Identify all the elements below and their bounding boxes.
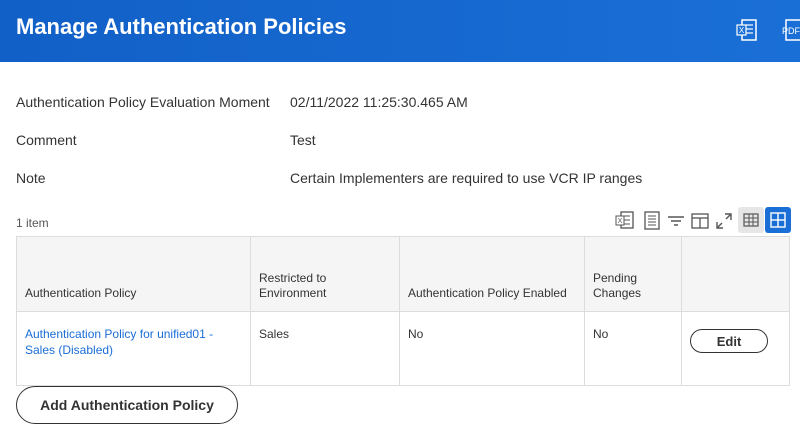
note-row: Note Certain Implementers are required t… xyxy=(16,170,776,194)
comment-row: Comment Test xyxy=(16,132,776,156)
pending-cell: No xyxy=(584,311,682,386)
column-header[interactable]: Authentication Policy xyxy=(16,236,251,312)
item-count: 1 item xyxy=(16,216,49,230)
svg-text:X: X xyxy=(618,218,623,225)
pdf-icon-text: PDF xyxy=(782,26,800,36)
policy-link[interactable]: Authentication Policy for unified01 - Sa… xyxy=(25,327,213,357)
fullscreen-icon[interactable] xyxy=(712,206,736,234)
field-label: Note xyxy=(16,170,46,186)
column-header[interactable]: Authentication Policy Enabled xyxy=(399,236,585,312)
field-label: Authentication Policy Evaluation Moment xyxy=(16,94,270,110)
column-header xyxy=(681,236,790,312)
grid-view-icon[interactable] xyxy=(765,207,791,233)
field-value: Test xyxy=(290,132,316,148)
field-label: Comment xyxy=(16,132,77,148)
edit-button[interactable]: Edit xyxy=(690,329,768,353)
svg-text:X: X xyxy=(739,26,745,35)
excel-export-icon[interactable]: X xyxy=(614,206,638,234)
table-header-row: Authentication Policy Restricted to Envi… xyxy=(16,236,790,312)
page-header: Manage Authentication Policies X PDF xyxy=(0,0,800,62)
table-view-icon[interactable] xyxy=(738,207,764,233)
column-header[interactable]: Pending Changes xyxy=(584,236,682,312)
columns-icon[interactable] xyxy=(688,206,712,234)
evaluation-moment-row: Authentication Policy Evaluation Moment … xyxy=(16,94,776,118)
policy-cell: Authentication Policy for unified01 - Sa… xyxy=(16,311,251,386)
authentication-policies-table: Authentication Policy Restricted to Envi… xyxy=(16,236,790,386)
add-authentication-policy-button[interactable]: Add Authentication Policy xyxy=(16,386,238,424)
field-value: 02/11/2022 11:25:30.465 AM xyxy=(290,94,468,110)
column-header[interactable]: Restricted to Environment xyxy=(250,236,400,312)
excel-export-icon[interactable]: X xyxy=(734,17,764,45)
grid-toolbar: X xyxy=(614,206,794,236)
print-icon[interactable] xyxy=(640,206,664,234)
enabled-cell: No xyxy=(399,311,585,386)
pdf-export-icon[interactable]: PDF xyxy=(778,17,800,45)
field-value: Certain Implementers are required to use… xyxy=(290,170,643,186)
table-row: Authentication Policy for unified01 - Sa… xyxy=(16,311,790,386)
environment-cell: Sales xyxy=(250,311,400,386)
page-title: Manage Authentication Policies xyxy=(16,14,347,39)
filter-icon[interactable] xyxy=(664,206,688,234)
action-cell: Edit xyxy=(681,311,790,386)
